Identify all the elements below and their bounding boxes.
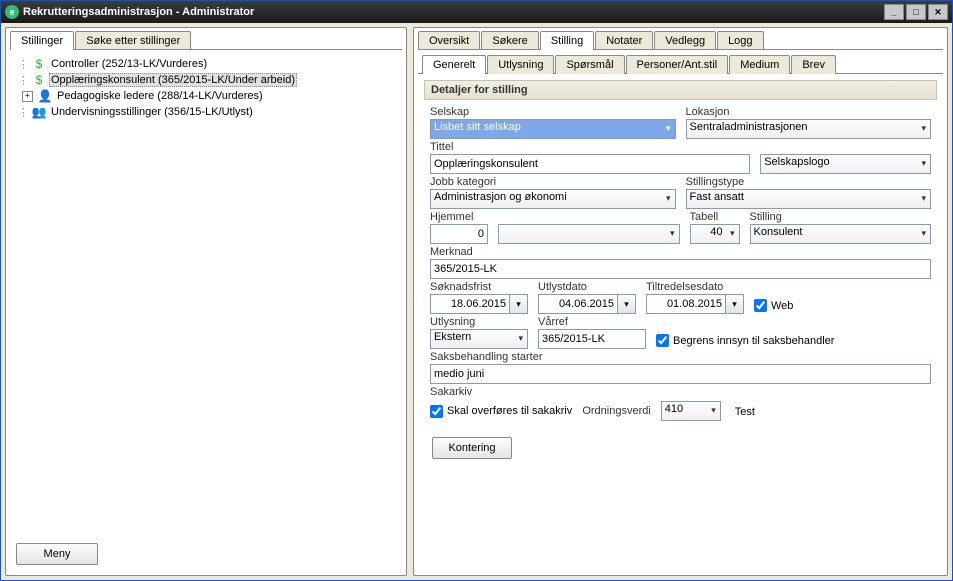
left-tab-content: ⋮ $ Controller (252/13-LK/Vurderes) ⋮ $ … [10,49,402,571]
varref-input[interactable] [538,329,646,349]
jobbkat-select[interactable]: Administrasjon og økonomi [430,189,676,209]
tabell-label: Tabell [690,211,740,223]
lokasjon-label: Lokasjon [686,106,932,118]
begrens-label: Begrens innsyn til saksbehandler [673,335,834,347]
skal-overfores-label: Skal overføres til sakakriv [447,405,572,417]
jobbkat-label: Jobb kategori [430,176,676,188]
tab-vedlegg[interactable]: Vedlegg [654,31,716,50]
date-picker-button[interactable]: ▾ [726,294,744,314]
date-picker-button[interactable]: ▾ [618,294,636,314]
hjemmel-select[interactable] [498,224,680,244]
minimize-button[interactable]: _ [884,4,904,20]
utlystdato-label: Utlystdato [538,281,636,293]
merknad-label: Merknad [430,246,931,258]
form: Selskap Lisbet sitt selskap Lokasjon Sen… [418,100,943,465]
tree-item[interactable]: ⋮ 👥 Undervisningsstillinger (356/15-LK/U… [16,104,396,120]
ordningsverdi-text: Test [735,404,755,418]
stilling-select[interactable]: Konsulent [750,224,932,244]
utlysning-label: Utlysning [430,316,528,328]
web-checkbox[interactable] [754,299,767,312]
tree-item[interactable]: ⋮ $ Controller (252/13-LK/Vurderes) [16,56,396,72]
people-icon: 👥 [32,105,46,119]
left-panel: Stillinger Søke etter stillinger ⋮ $ Con… [5,27,407,576]
person-icon: 👤 [38,89,52,103]
stiltype-label: Stillingstype [686,176,932,188]
stilling-label: Stilling [750,211,932,223]
tab-oversikt[interactable]: Oversikt [418,31,480,50]
expander-icon[interactable]: + [22,91,33,102]
money-icon: $ [32,57,46,71]
position-tree: ⋮ $ Controller (252/13-LK/Vurderes) ⋮ $ … [14,54,398,122]
tab-stillinger[interactable]: Stillinger [10,31,74,50]
begrens-checkbox[interactable] [656,334,669,347]
kontering-button[interactable]: Kontering [432,437,512,459]
titlebar: e Rekrutteringsadministrasjon - Administ… [1,1,952,23]
saksbehandling-input[interactable] [430,364,931,384]
utlystdato-input[interactable] [538,294,618,314]
lokasjon-select[interactable]: Sentraladministrasjonen [686,119,932,139]
tiltredelse-input[interactable] [646,294,726,314]
varref-label: Vårref [538,316,646,328]
tab-logg[interactable]: Logg [717,31,763,50]
hjemmel-number-input[interactable] [430,224,488,244]
tab-sokere[interactable]: Søkere [481,31,538,50]
tittel-input[interactable] [430,154,750,174]
soknadsfrist-input[interactable] [430,294,510,314]
right-tab-content: Generelt Utlysning Spørsmål Personer/Ant… [418,49,943,571]
tree-item[interactable]: + 👤 Pedagogiske ledere (288/14-LK/Vurder… [16,88,396,104]
hjemmel-label: Hjemmel [430,211,488,223]
subtab-utlysning[interactable]: Utlysning [487,55,554,74]
selskap-select[interactable]: Lisbet sitt selskap [430,119,676,139]
skal-overfores-checkbox[interactable] [430,405,443,418]
selskap-label: Selskap [430,106,676,118]
money-icon: $ [32,73,46,87]
tab-notater[interactable]: Notater [595,31,653,50]
utlysning-select[interactable]: Ekstern [430,329,528,349]
app-window: e Rekrutteringsadministrasjon - Administ… [0,0,953,581]
right-panel: Oversikt Søkere Stilling Notater Vedlegg… [413,27,948,576]
subtab-sporsmal[interactable]: Spørsmål [555,55,624,74]
tiltredelse-label: Tiltredelsesdato [646,281,744,293]
web-label: Web [771,300,793,312]
subtab-medium[interactable]: Medium [729,55,790,74]
tab-soke-etter-stillinger[interactable]: Søke etter stillinger [75,31,191,50]
soknadsfrist-label: Søknadsfrist [430,281,528,293]
subtab-generelt[interactable]: Generelt [422,55,486,74]
date-picker-button[interactable]: ▾ [510,294,528,314]
ordningsverdi-select[interactable]: 410 [661,401,721,421]
section-header: Detaljer for stilling [424,80,937,100]
merknad-input[interactable] [430,259,931,279]
stiltype-select[interactable]: Fast ansatt [686,189,932,209]
ordningsverdi-label: Ordningsverdi [582,405,650,417]
window-title: Rekrutteringsadministrasjon - Administra… [23,6,254,18]
tittel-label: Tittel [430,141,750,153]
meny-button[interactable]: Meny [16,543,98,565]
close-button[interactable]: ✕ [928,4,948,20]
subtab-personer[interactable]: Personer/Ant.stil [626,55,729,74]
saksbehandling-label: Saksbehandling starter [430,351,931,363]
sakarkiv-label: Sakarkiv [430,386,931,398]
tab-stilling[interactable]: Stilling [540,31,594,50]
app-icon: e [5,5,19,19]
tree-item[interactable]: ⋮ $ Opplæringskonsulent (365/2015-LK/Und… [16,72,396,88]
subtab-brev[interactable]: Brev [791,55,836,74]
maximize-button[interactable]: □ [906,4,926,20]
tabell-select[interactable]: 40 [690,224,740,244]
logo-select[interactable]: Selskapslogo [760,154,931,174]
